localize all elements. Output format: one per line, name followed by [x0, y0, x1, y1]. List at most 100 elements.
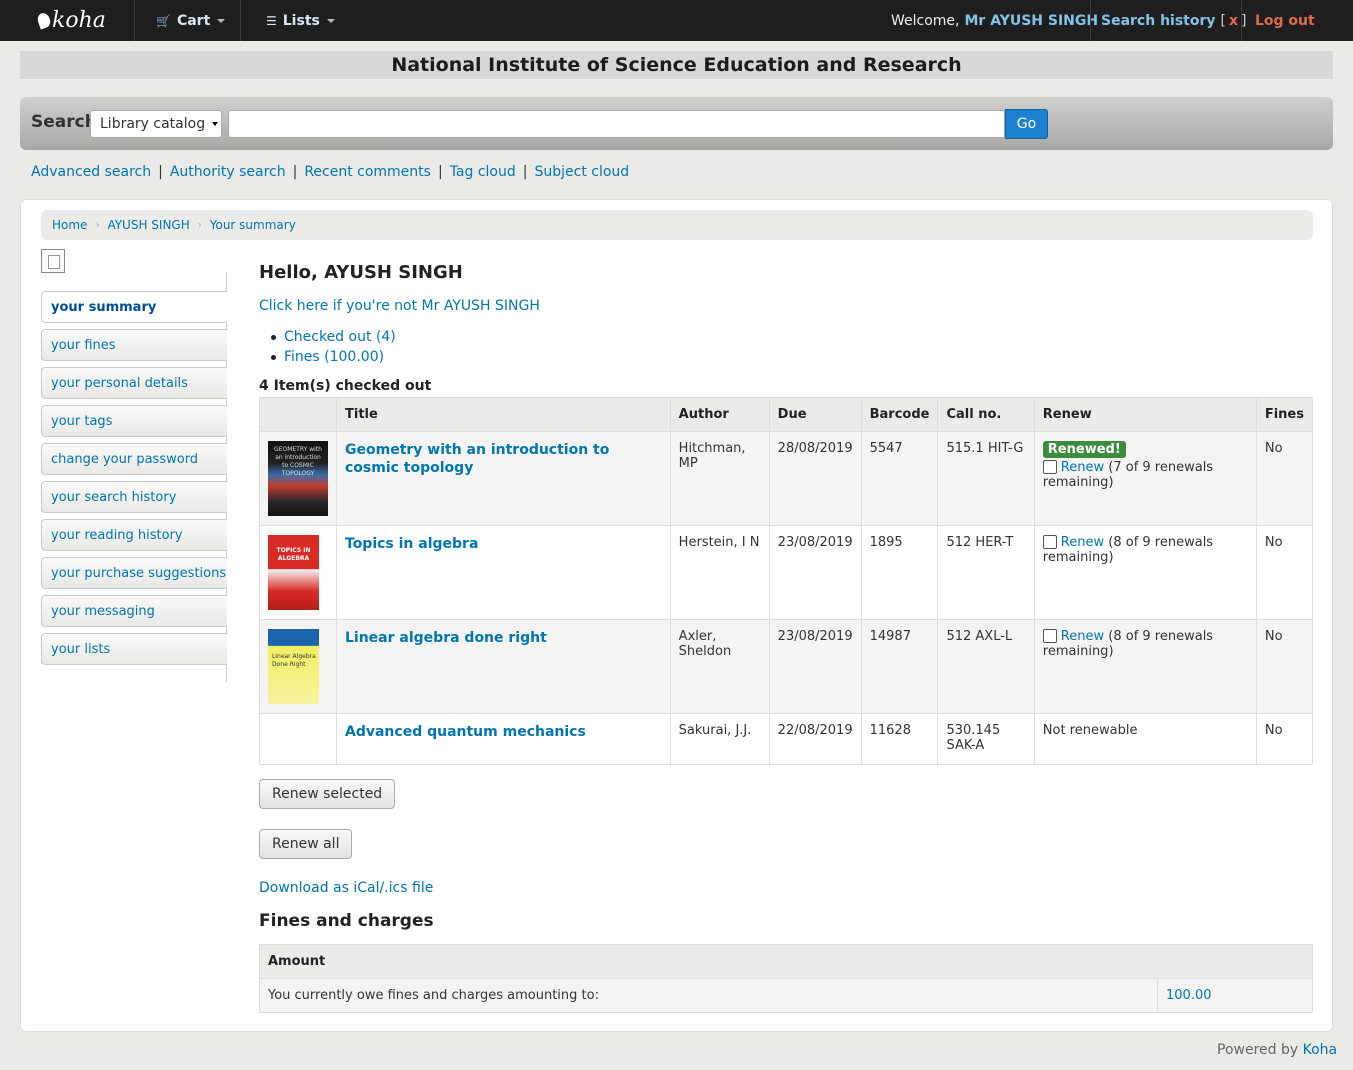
column-header-call-no[interactable]: Call no. [937, 397, 1035, 432]
author-cell: Axler, Sheldon [669, 619, 770, 714]
breadcrumb-separator-icon: › [95, 219, 100, 231]
title-cell: Topics in algebra [336, 525, 671, 620]
menu-your-tags[interactable]: your tags [41, 405, 227, 437]
cover-cell: Linear Algebra Done Right [259, 619, 337, 714]
column-header-amount: Amount [259, 944, 1313, 979]
cover-cell: TOPICS IN ALGEBRA [259, 525, 337, 620]
breadcrumb-summary[interactable]: Your summary [210, 218, 296, 232]
koha-logo[interactable]: koha [35, 6, 106, 34]
table-row: Linear Algebra Done Right Linear algebra… [259, 619, 1314, 714]
breadcrumb: Home › AYUSH SINGH › Your summary [41, 210, 1313, 240]
renew-selected-button[interactable]: Renew selected [259, 779, 396, 809]
barcode-cell: 5547 [860, 431, 939, 526]
checked-out-heading: 4 Item(s) checked out [259, 378, 432, 394]
fines-amount-cell: 100.00 [1157, 978, 1313, 1013]
recent-comments-link[interactable]: Recent comments [304, 164, 431, 180]
fines-cell: No [1255, 713, 1314, 765]
author-cell: Herstein, I N [669, 525, 770, 620]
menu-purchase-suggestions[interactable]: your purchase suggestions [41, 557, 227, 589]
authority-search-link[interactable]: Authority search [170, 164, 286, 180]
koha-link[interactable]: Koha [1303, 1042, 1338, 1058]
menu-change-password[interactable]: change your password [41, 443, 227, 475]
fines-cell: No [1255, 431, 1314, 526]
user-name-link[interactable]: Mr AYUSH SINGH [965, 13, 1099, 29]
chevron-down-icon [326, 18, 335, 23]
column-header-author[interactable]: Author [669, 397, 770, 432]
title-link[interactable]: Linear algebra done right [345, 630, 547, 646]
menu-search-history[interactable]: your search history [41, 481, 227, 513]
renew-link[interactable]: Renew [1061, 629, 1104, 644]
clear-search-history-button[interactable]: x [1229, 13, 1238, 29]
page-title: Hello, AYUSH SINGH [259, 262, 463, 283]
renew-cell: Not renewable [1033, 713, 1257, 765]
breadcrumb-home[interactable]: Home [52, 218, 87, 232]
renew-link[interactable]: Renew [1061, 535, 1104, 550]
cart-menu[interactable]: 🛒 Cart [156, 0, 226, 41]
fines-description: You currently owe fines and charges amou… [259, 978, 1158, 1013]
logout-link[interactable]: Log out [1255, 0, 1315, 41]
book-cover-image[interactable]: TOPICS IN ALGEBRA [268, 535, 319, 610]
tag-cloud-link[interactable]: Tag cloud [450, 164, 516, 180]
select-arrow-icon [212, 122, 218, 126]
renew-checkbox[interactable] [1042, 535, 1057, 549]
search-history-link[interactable]: Search history [1101, 13, 1216, 29]
column-header-barcode[interactable]: Barcode [860, 397, 939, 432]
checked-out-link[interactable]: Checked out (4) [284, 329, 396, 345]
footer: Powered by Koha [1217, 1042, 1337, 1058]
advanced-search-link[interactable]: Advanced search [31, 164, 151, 180]
main-panel: Home › AYUSH SINGH › Your summary your s… [20, 199, 1333, 1032]
book-cover-image[interactable]: GEOMETRY with an introduction to COSMIC … [268, 441, 328, 516]
ical-download-link[interactable]: Download as iCal/.ics file [259, 880, 433, 896]
renew-link[interactable]: Renew [1061, 460, 1104, 475]
column-header-due[interactable]: Due [768, 397, 862, 432]
go-button[interactable]: Go [1005, 109, 1048, 139]
fines-heading: Fines and charges [259, 911, 434, 931]
fines-cell: No [1255, 619, 1314, 714]
breadcrumb-user[interactable]: AYUSH SINGH [107, 218, 189, 232]
link-separator: | [437, 164, 443, 180]
call-no-cell: 515.1 HIT-G [937, 431, 1035, 526]
menu-personal-details[interactable]: your personal details [41, 367, 227, 399]
menu-your-summary[interactable]: your summary [41, 291, 227, 323]
navbar-divider [134, 0, 135, 41]
title-link[interactable]: Geometry with an introduction to cosmic … [345, 442, 609, 476]
barcode-cell: 1895 [860, 525, 939, 620]
menu-messaging[interactable]: your messaging [41, 595, 227, 627]
due-cell: 23/08/2019 [768, 619, 862, 714]
call-no-cell: 530.145 SAK-A [937, 713, 1035, 765]
barcode-cell: 11628 [860, 713, 939, 765]
title-link[interactable]: Advanced quantum mechanics [345, 724, 586, 740]
search-scope-select[interactable]: Library catalog [90, 110, 222, 138]
menu-your-fines[interactable]: your fines [41, 329, 227, 361]
not-me-link[interactable]: Click here if you're not Mr AYUSH SINGH [259, 298, 540, 314]
title-link[interactable]: Topics in algebra [345, 536, 478, 552]
logo-text: koha [52, 7, 106, 33]
menu-reading-history[interactable]: your reading history [41, 519, 227, 551]
fines-link[interactable]: Fines (100.00) [284, 349, 384, 365]
fines-table: Amount You currently owe fines and charg… [259, 944, 1313, 1013]
breadcrumb-separator-icon: › [197, 219, 202, 231]
navbar-divider [240, 0, 241, 41]
renew-all-button[interactable]: Renew all [259, 829, 353, 859]
search-bar: Search Library catalog Go [20, 97, 1333, 150]
column-header-title[interactable]: Title [336, 397, 671, 432]
top-navbar: koha 🛒 Cart ☰ Lists Welcome, Mr AYUSH SI… [0, 0, 1353, 41]
lists-label: Lists [282, 12, 320, 29]
table-row: Advanced quantum mechanics Sakurai, J.J.… [259, 713, 1314, 765]
cover-cell: GEOMETRY with an introduction to COSMIC … [259, 431, 337, 526]
column-header-renew[interactable]: Renew [1033, 397, 1257, 432]
lists-menu[interactable]: ☰ Lists [266, 0, 335, 41]
call-no-cell: 512 HER-T [937, 525, 1035, 620]
subject-cloud-link[interactable]: Subject cloud [534, 164, 629, 180]
column-header-fines[interactable]: Fines [1255, 397, 1314, 432]
renew-checkbox[interactable] [1042, 460, 1057, 474]
due-cell: 22/08/2019 [768, 713, 862, 765]
fines-cell: No [1255, 525, 1314, 620]
search-history: Search history [ x ] [1101, 0, 1249, 41]
fines-amount-link[interactable]: 100.00 [1166, 988, 1212, 1003]
book-cover-image[interactable]: Linear Algebra Done Right [268, 629, 319, 704]
renew-checkbox[interactable] [1042, 629, 1057, 643]
menu-your-lists[interactable]: your lists [41, 633, 227, 665]
powered-by-text: Powered by [1217, 1042, 1299, 1058]
search-input[interactable] [228, 110, 1005, 138]
